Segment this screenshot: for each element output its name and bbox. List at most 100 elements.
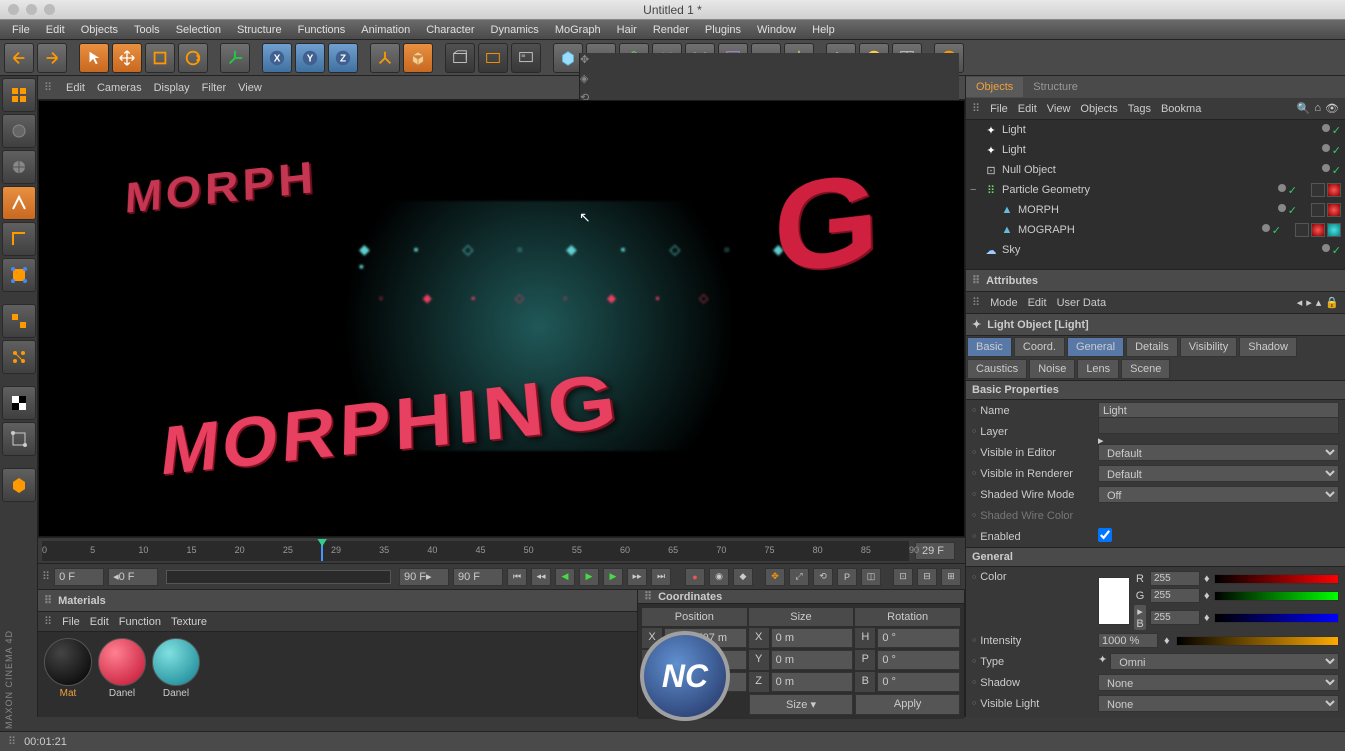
objects-tab[interactable]: Objects <box>966 77 1023 97</box>
layer-field[interactable] <box>1098 417 1339 434</box>
anim-mode2-button[interactable]: ⊟ <box>917 568 937 586</box>
lock-icon[interactable]: 🔒 <box>1325 296 1339 309</box>
visibility-dot[interactable] <box>1322 144 1330 152</box>
render-check[interactable]: ✓ <box>1332 144 1341 157</box>
current-frame-field[interactable]: 29 F <box>915 542 955 560</box>
redo-button[interactable] <box>37 43 67 73</box>
render-check[interactable]: ✓ <box>1288 204 1297 217</box>
render-check[interactable]: ✓ <box>1272 224 1281 237</box>
color-swatch[interactable] <box>1098 577 1130 625</box>
viewport-display-menu[interactable]: Display <box>154 82 190 94</box>
polygon-mode-button[interactable] <box>2 258 36 292</box>
record-button[interactable]: ● <box>685 568 705 586</box>
size-mode-button[interactable]: Size ▾ <box>749 694 854 715</box>
object-name[interactable]: MOGRAPH <box>1018 224 1258 236</box>
object-row[interactable]: −⠿Particle Geometry✓ <box>966 180 1345 200</box>
color-g-field[interactable] <box>1150 588 1200 603</box>
attr-tab-details[interactable]: Details <box>1126 337 1178 357</box>
undo-button[interactable] <box>4 43 34 73</box>
attr-edit-menu[interactable]: Edit <box>1028 297 1047 309</box>
eye-icon[interactable]: 👁 <box>1325 102 1339 115</box>
material-danel[interactable]: Danel <box>98 638 146 711</box>
color-b-field[interactable] <box>1150 610 1200 625</box>
menu-objects[interactable]: Objects <box>73 21 126 39</box>
prev-frame-button[interactable]: ◀ <box>555 568 575 586</box>
key-scale-button[interactable]: ⤢ <box>789 568 809 586</box>
expand-icon[interactable]: − <box>970 184 980 196</box>
materials-texture-menu[interactable]: Texture <box>171 616 207 628</box>
attr-tab-general[interactable]: General <box>1067 337 1124 357</box>
object-tree[interactable]: ✦Light✓✦Light✓⊡Null Object✓−⠿Particle Ge… <box>966 120 1345 270</box>
color-r-field[interactable] <box>1150 571 1200 586</box>
enabled-checkbox[interactable] <box>1098 528 1112 542</box>
viewport-nav-icon[interactable]: ✥ <box>580 53 959 66</box>
apply-button[interactable]: Apply <box>855 694 960 715</box>
object-name[interactable]: Light <box>1002 144 1318 156</box>
object-name[interactable]: Null Object <box>1002 164 1318 176</box>
object-name[interactable]: Sky <box>1002 244 1318 256</box>
object-row[interactable]: ✦Light✓ <box>966 120 1345 140</box>
attr-tab-basic[interactable]: Basic <box>967 337 1012 357</box>
select-tool[interactable] <box>79 43 109 73</box>
tag-icon[interactable] <box>1311 203 1325 217</box>
y-axis-button[interactable]: Y <box>295 43 325 73</box>
menu-functions[interactable]: Functions <box>290 21 354 39</box>
shadow-select[interactable]: None <box>1098 674 1339 691</box>
menu-edit[interactable]: Edit <box>38 21 73 39</box>
material-danel[interactable]: Danel <box>152 638 200 711</box>
render-settings-button[interactable] <box>511 43 541 73</box>
attr-tab-noise[interactable]: Noise <box>1029 359 1075 379</box>
visible-renderer-select[interactable]: Default <box>1098 465 1339 482</box>
visibility-dot[interactable] <box>1278 184 1286 192</box>
menu-tools[interactable]: Tools <box>126 21 168 39</box>
materials-file-menu[interactable]: File <box>62 616 80 628</box>
attr-tab-shadow[interactable]: Shadow <box>1239 337 1297 357</box>
visibility-dot[interactable] <box>1322 124 1330 132</box>
anim-mode1-button[interactable]: ⊡ <box>893 568 913 586</box>
materials-function-menu[interactable]: Function <box>119 616 161 628</box>
timeline-ruler[interactable]: 051015202529354045505560657075808590 <box>42 541 909 561</box>
viewport-zoom-icon[interactable]: ◈ <box>580 72 959 85</box>
point-mode-button[interactable] <box>2 186 36 220</box>
structure-tab[interactable]: Structure <box>1023 77 1088 97</box>
tag-icon[interactable] <box>1295 223 1309 237</box>
viewport[interactable]: MORPH G MORPHING ↖ <box>38 100 965 537</box>
coord-value[interactable]: 0 ° <box>877 672 960 692</box>
playhead[interactable] <box>321 541 323 561</box>
menu-animation[interactable]: Animation <box>353 21 418 39</box>
coord-value[interactable]: 0 m <box>771 672 854 692</box>
coord-system-button[interactable] <box>370 43 400 73</box>
grip-icon[interactable]: ⠿ <box>42 570 50 583</box>
objects-file-menu[interactable]: File <box>990 103 1008 115</box>
attr-userdata-menu[interactable]: User Data <box>1057 297 1107 309</box>
tag-icon[interactable] <box>1311 223 1325 237</box>
intensity-field[interactable] <box>1098 633 1158 648</box>
checker-button[interactable] <box>2 386 36 420</box>
attr-mode-menu[interactable]: Mode <box>990 297 1018 309</box>
object-row[interactable]: ▲MOGRAPH✓ <box>966 220 1345 240</box>
object-mode-button[interactable] <box>2 114 36 148</box>
menu-dynamics[interactable]: Dynamics <box>483 21 547 39</box>
nav-back-icon[interactable]: ◂ <box>1297 296 1303 309</box>
goto-start-button[interactable]: ⏮ <box>507 568 527 586</box>
objects-objects-menu[interactable]: Objects <box>1080 103 1117 115</box>
x-axis-button[interactable]: X <box>262 43 292 73</box>
visibility-dot[interactable] <box>1322 164 1330 172</box>
grip-icon[interactable]: ⠿ <box>44 81 54 94</box>
visible-light-select[interactable]: None <box>1098 695 1339 712</box>
menu-character[interactable]: Character <box>418 21 482 39</box>
end-frame-field[interactable]: 90 F <box>453 568 503 586</box>
render-view-button[interactable] <box>445 43 475 73</box>
range-start-field[interactable]: ◂ 0 F <box>108 568 158 586</box>
workplane-button[interactable] <box>2 422 36 456</box>
menu-window[interactable]: Window <box>749 21 804 39</box>
attr-tab-lens[interactable]: Lens <box>1077 359 1119 379</box>
attr-tab-coord[interactable]: Coord. <box>1014 337 1065 357</box>
object-row[interactable]: ☁Sky✓ <box>966 240 1345 260</box>
menu-hair[interactable]: Hair <box>609 21 645 39</box>
objects-bookmarks-menu[interactable]: Bookma <box>1161 103 1201 115</box>
texture-mode-button[interactable] <box>2 150 36 184</box>
anim-mode3-button[interactable]: ⊞ <box>941 568 961 586</box>
shaded-wire-mode-select[interactable]: Off <box>1098 486 1339 503</box>
color-b-slider[interactable] <box>1214 613 1339 623</box>
